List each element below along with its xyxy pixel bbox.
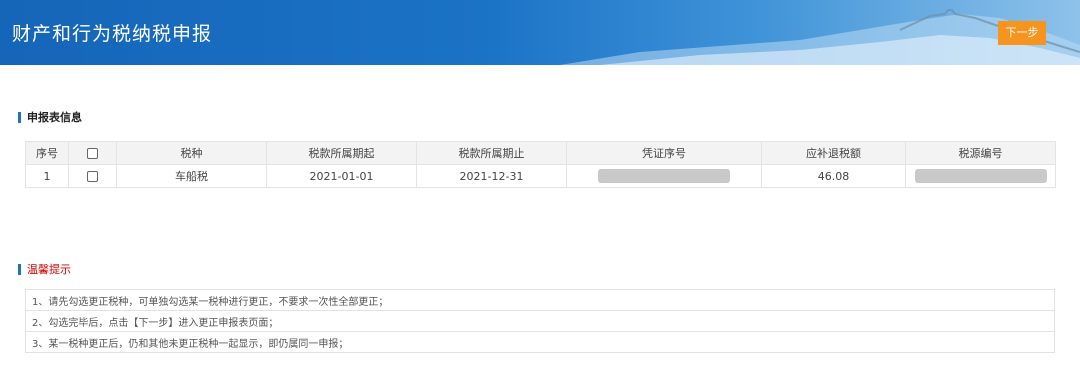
cell-index: 1 [25, 164, 69, 188]
tip-item: 3、某一税种更正后，仍和其他未更正税种一起显示，即仍属同一申报； [25, 331, 1055, 353]
table-header-row: 序号 税种 税款所属期起 税款所属期止 凭证序号 应补退税额 税源编号 [25, 141, 1056, 165]
col-amount: 应补退税额 [761, 141, 906, 165]
col-index: 序号 [25, 141, 69, 165]
col-voucher-no: 凭证序号 [566, 141, 762, 165]
cell-tax-type: 车船税 [116, 164, 267, 188]
tip-item: 1、请先勾选更正税种，可单独勾选某一税种进行更正，不要求一次性全部更正； [25, 289, 1055, 311]
redacted-source-no [914, 169, 1047, 183]
cell-amount: 46.08 [761, 164, 906, 188]
cell-voucher-no [566, 164, 762, 188]
cell-period-start: 2021-01-01 [266, 164, 417, 188]
cell-select [68, 164, 117, 188]
tip-item: 2、勾选完毕后，点击【下一步】进入更正申报表页面； [25, 310, 1055, 332]
col-period-start: 税款所属期起 [266, 141, 417, 165]
next-step-button[interactable]: 下一步 [998, 21, 1046, 45]
page-title: 财产和行为税纳税申报 [12, 23, 213, 45]
col-source-no: 税源编号 [905, 141, 1056, 165]
cell-source-no [905, 164, 1056, 188]
tips-section-title: 温馨提示 [18, 264, 71, 275]
col-select-all[interactable] [68, 141, 117, 165]
tips-list: 1、请先勾选更正税种，可单独勾选某一税种进行更正，不要求一次性全部更正； 2、勾… [25, 289, 1055, 353]
declaration-section-title: 申报表信息 [18, 112, 82, 123]
row-checkbox[interactable] [87, 171, 98, 182]
col-tax-type: 税种 [116, 141, 267, 165]
cell-period-end: 2021-12-31 [416, 164, 567, 188]
header-banner: 财产和行为税纳税申报 下一步 [0, 0, 1080, 65]
col-period-end: 税款所属期止 [416, 141, 567, 165]
table-row[interactable]: 1 车船税 2021-01-01 2021-12-31 46.08 [25, 164, 1056, 188]
declaration-table: 序号 税种 税款所属期起 税款所属期止 凭证序号 应补退税额 税源编号 1 车船… [25, 141, 1056, 188]
redacted-voucher-no [598, 169, 730, 183]
select-all-checkbox[interactable] [87, 148, 98, 159]
